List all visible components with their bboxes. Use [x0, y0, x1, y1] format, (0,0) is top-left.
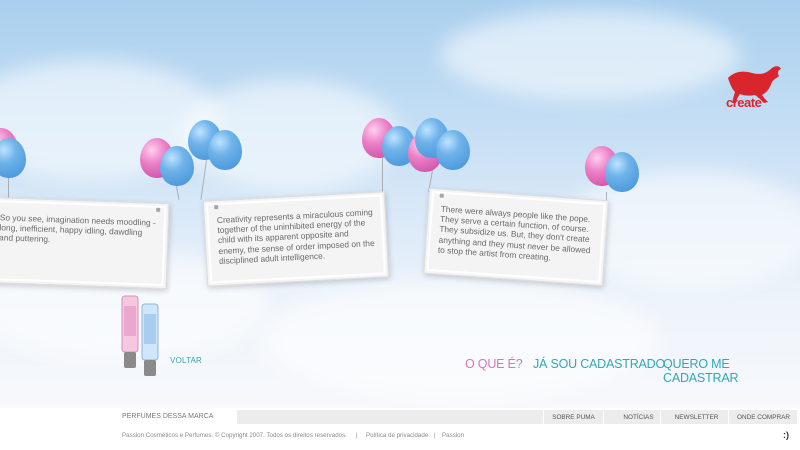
- pin-icon: [156, 207, 161, 212]
- voltar-link[interactable]: VOLTAR: [170, 356, 202, 365]
- footer-link-newsletter[interactable]: NEWSLETTER: [660, 410, 732, 424]
- quote-card-3: There were always people like the pope. …: [423, 187, 609, 287]
- quote-card-2: Creativity represents a miraculous comin…: [202, 191, 390, 287]
- footer-link-sobre-puma[interactable]: SOBRE PUMA: [543, 410, 603, 424]
- quote-text: Creativity represents a miraculous comin…: [216, 206, 375, 266]
- separator: |: [356, 432, 358, 439]
- smiley-text: :): [783, 430, 789, 440]
- pin-icon: [214, 205, 219, 210]
- quote-card-1: So you see, imagination needs moodling -…: [0, 196, 170, 290]
- balloon: [208, 130, 242, 170]
- privacy-link[interactable]: Política de privacidade: [366, 432, 428, 439]
- quote-text: There were always people like the pope. …: [437, 203, 591, 263]
- brand-tab[interactable]: PERFUMES DESSA MARCA: [117, 410, 237, 424]
- nav-quero-me-cadastrar[interactable]: QUERO ME CADASTRAR: [663, 357, 800, 385]
- copyright-text: Passion Cosméticos e Perfumes. © Copyrig…: [122, 432, 347, 439]
- balloon: [605, 152, 639, 192]
- perfume-tube-icon: [121, 295, 159, 376]
- nav-ja-sou-cadastrado[interactable]: JÁ SOU CADASTRADO: [533, 357, 665, 371]
- footer-link-onde-comprar[interactable]: ONDE COMPRAR: [728, 410, 798, 424]
- balloon: [436, 130, 470, 170]
- create-logo-text: create: [726, 95, 762, 110]
- passion-link[interactable]: Passion: [442, 432, 464, 439]
- separator: |: [434, 432, 436, 439]
- nav-o-que-e[interactable]: O QUE É?: [465, 357, 523, 371]
- pin-icon: [439, 193, 444, 198]
- quote-text: So you see, imagination needs moodling -…: [0, 212, 156, 245]
- balloon: [160, 146, 194, 186]
